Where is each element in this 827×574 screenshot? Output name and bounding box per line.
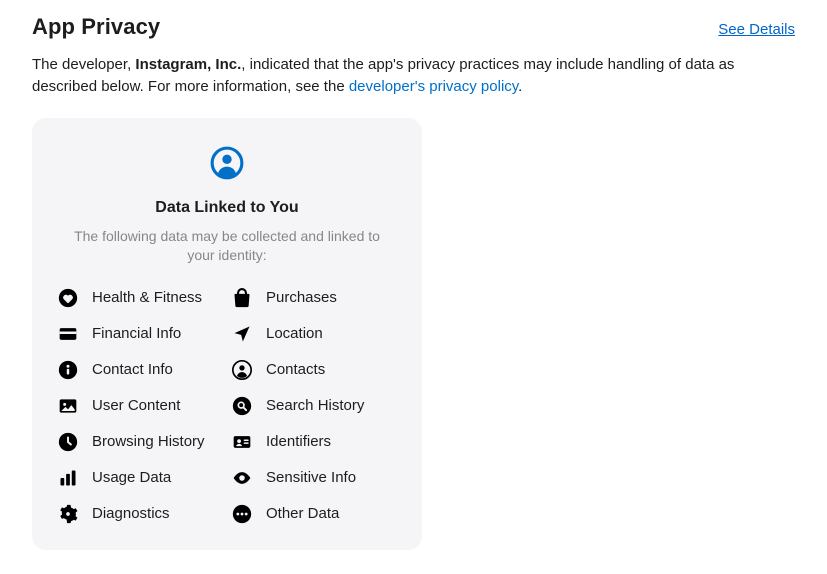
data-type-label: Purchases — [266, 289, 337, 306]
data-type-item: Other Data — [232, 504, 396, 524]
ellipsis-circle-icon — [232, 504, 252, 524]
gear-icon — [58, 504, 78, 524]
data-type-label: Diagnostics — [92, 505, 170, 522]
heart-circle-icon — [58, 288, 78, 308]
person-circle-icon — [210, 146, 244, 185]
bar-chart-icon — [58, 468, 78, 488]
data-type-label: Health & Fitness — [92, 289, 202, 306]
clock-icon — [58, 432, 78, 452]
privacy-policy-link[interactable]: developer's privacy policy — [349, 78, 518, 95]
info-circle-icon — [58, 360, 78, 380]
description-suffix: . — [518, 78, 522, 95]
data-type-item: Sensitive Info — [232, 468, 396, 488]
data-type-item: Contacts — [232, 360, 396, 380]
search-circle-icon — [232, 396, 252, 416]
data-type-item: Diagnostics — [58, 504, 222, 524]
data-type-item: User Content — [58, 396, 222, 416]
data-type-item: Health & Fitness — [58, 288, 222, 308]
data-type-label: Browsing History — [92, 433, 205, 450]
photo-icon — [58, 396, 78, 416]
data-type-item: Contact Info — [58, 360, 222, 380]
data-linked-card: Data Linked to You The following data ma… — [32, 118, 422, 550]
data-type-item: Search History — [232, 396, 396, 416]
data-type-label: Contact Info — [92, 361, 173, 378]
bag-icon — [232, 288, 252, 308]
data-type-label: User Content — [92, 397, 180, 414]
location-arrow-icon — [232, 324, 252, 344]
card-title: Data Linked to You — [58, 199, 396, 217]
credit-card-icon — [58, 324, 78, 344]
description-prefix: The developer, — [32, 56, 135, 73]
data-type-label: Other Data — [266, 505, 339, 522]
data-type-item: Usage Data — [58, 468, 222, 488]
privacy-description: The developer, Instagram, Inc., indicate… — [32, 54, 795, 98]
data-type-label: Sensitive Info — [266, 469, 356, 486]
card-subtitle: The following data may be collected and … — [58, 227, 396, 266]
data-type-label: Identifiers — [266, 433, 331, 450]
data-type-item: Purchases — [232, 288, 396, 308]
data-type-item: Browsing History — [58, 432, 222, 452]
data-type-item: Identifiers — [232, 432, 396, 452]
contacts-circle-icon — [232, 360, 252, 380]
eye-icon — [232, 468, 252, 488]
developer-name: Instagram, Inc. — [135, 56, 241, 73]
section-title: App Privacy — [32, 14, 160, 40]
data-type-label: Location — [266, 325, 323, 342]
data-type-label: Search History — [266, 397, 364, 414]
data-type-item: Financial Info — [58, 324, 222, 344]
data-type-label: Financial Info — [92, 325, 181, 342]
data-type-label: Usage Data — [92, 469, 171, 486]
see-details-link[interactable]: See Details — [718, 21, 795, 38]
id-card-icon — [232, 432, 252, 452]
data-type-item: Location — [232, 324, 396, 344]
data-type-label: Contacts — [266, 361, 325, 378]
